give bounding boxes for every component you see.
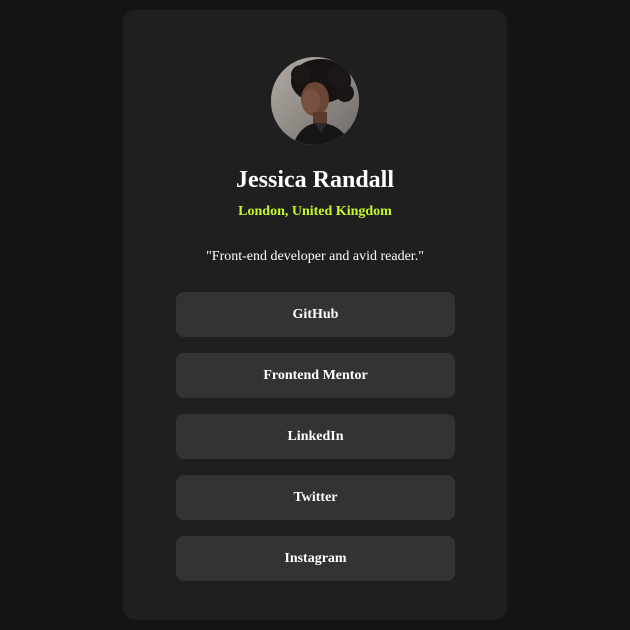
profile-location: London, United Kingdom — [238, 204, 392, 219]
avatar-image — [271, 57, 359, 145]
profile-bio: "Front-end developer and avid reader." — [206, 249, 424, 264]
avatar — [271, 57, 359, 145]
github-link-button[interactable]: GitHub — [176, 292, 455, 337]
profile-name: Jessica Randall — [235, 167, 394, 193]
twitter-link-button[interactable]: Twitter — [176, 475, 455, 520]
linkedin-link-button[interactable]: LinkedIn — [176, 414, 455, 459]
profile-card: Jessica Randall London, United Kingdom "… — [123, 10, 507, 620]
instagram-link-button[interactable]: Instagram — [176, 536, 455, 581]
frontend-mentor-link-button[interactable]: Frontend Mentor — [176, 353, 455, 398]
social-links: GitHub Frontend Mentor LinkedIn Twitter … — [176, 292, 455, 597]
